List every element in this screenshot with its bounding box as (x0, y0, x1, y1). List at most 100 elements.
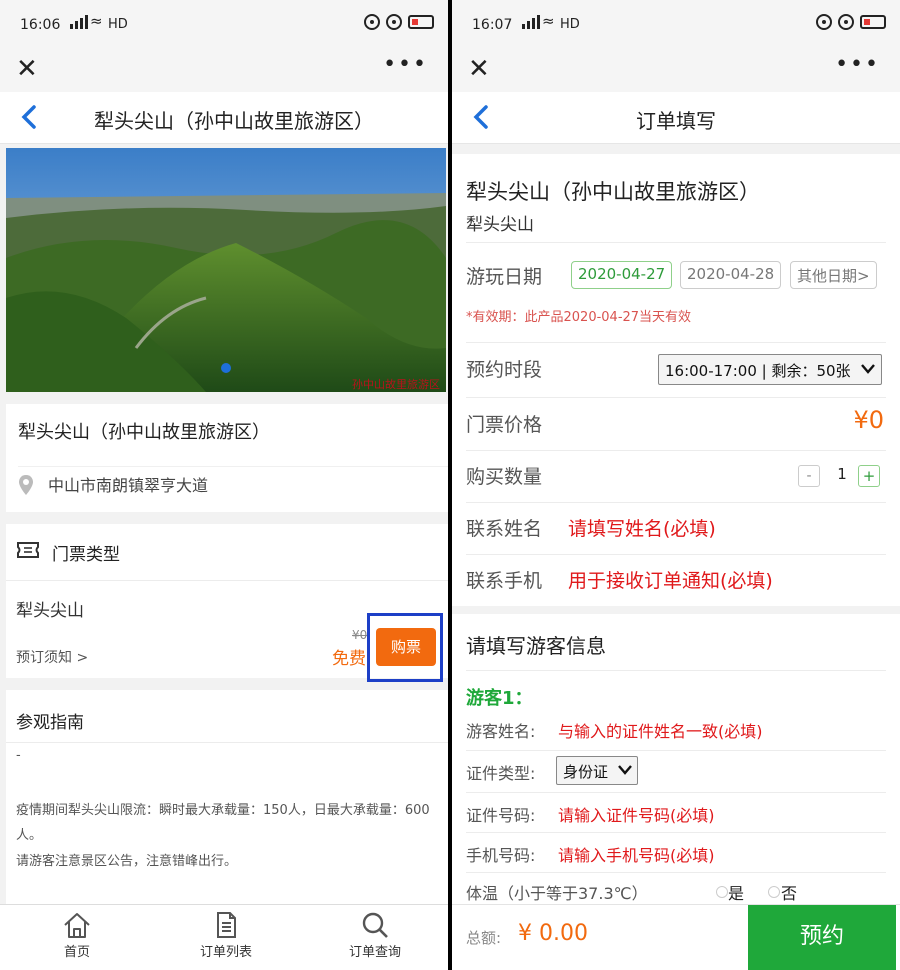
ticket-icon (17, 542, 39, 558)
more-icon[interactable]: ••• (835, 52, 880, 77)
total-amount: ¥ 0.00 (518, 921, 588, 946)
tab-home[interactable]: 首页 (22, 911, 132, 960)
divider (466, 450, 886, 451)
quantity-decrease-button[interactable]: - (798, 465, 820, 487)
page-title: 犁头尖山（孙中山故里旅游区） (94, 109, 374, 133)
id-number-input[interactable]: 请输入证件号码(必填) (558, 802, 715, 826)
divider (466, 397, 886, 398)
tab-home-label: 首页 (63, 945, 90, 960)
quantity-label: 购买数量 (466, 466, 543, 488)
status-time: 16:07 (472, 17, 513, 33)
network-type: HD (560, 17, 580, 32)
date-option-other[interactable]: 其他日期> (790, 261, 877, 289)
temperature-yes-radio[interactable] (716, 886, 728, 898)
visitor-name-label: 游客姓名: (466, 722, 536, 741)
validity-note: *有效期：此产品2020-04-27当天有效 (466, 310, 692, 325)
divider (466, 242, 886, 243)
close-icon[interactable]: ✕ (468, 54, 490, 84)
wifi-icon: ≈ (90, 12, 103, 30)
document-icon (217, 912, 236, 938)
visitor-section-title: 请填写游客信息 (466, 634, 606, 658)
status-bar: 16:06 ≈ HD (0, 0, 448, 50)
ticket-section-title: 门票类型 (52, 545, 120, 565)
left-screen: 16:06 ≈ HD ✕ ••• 犁头尖山（孙中山故里旅游区） 孙中山故里旅游区… (0, 0, 448, 970)
temperature-no-radio[interactable] (768, 886, 780, 898)
nav-bar: 犁头尖山（孙中山故里旅游区） (0, 92, 448, 144)
contact-phone-label: 联系手机 (466, 570, 543, 592)
id-type-select[interactable]: 身份证 (556, 756, 638, 785)
booking-notice-link[interactable]: 预订须知 > (16, 647, 88, 667)
more-icon[interactable]: ••• (383, 52, 428, 77)
data-saver-icon (364, 14, 380, 30)
data-saver-icon (816, 14, 832, 30)
scenic-photo-image (6, 148, 446, 392)
checkout-bar: 总额: ¥ 0.00 预约 (452, 904, 900, 970)
photo-watermark: 孙中山故里旅游区 (352, 378, 440, 391)
id-type-label: 证件类型: (466, 764, 536, 783)
battery-icon (408, 15, 434, 29)
quantity-value[interactable]: 1 (832, 465, 852, 483)
slot-label: 预约时段 (466, 359, 543, 381)
alarm-icon (838, 14, 854, 30)
contact-phone-input[interactable]: 用于接收订单通知(必填) (568, 566, 773, 593)
page-title: 订单填写 (636, 109, 716, 133)
time-slot-select[interactable]: 16:00-17:00 | 剩余：50张 (658, 354, 882, 385)
wifi-icon: ≈ (542, 12, 555, 30)
visitor-name-input[interactable]: 与输入的证件姓名一致(必填) (558, 718, 763, 742)
divider (466, 832, 886, 833)
divider (466, 554, 886, 555)
quantity-increase-button[interactable]: + (858, 465, 880, 487)
price-label: 门票价格 (466, 414, 543, 436)
product-subtitle: 犁头尖山 (466, 215, 534, 235)
chevron-down-icon (618, 765, 632, 775)
total-label: 总额: (466, 929, 502, 947)
id-number-label: 证件号码: (466, 806, 536, 825)
divider (466, 750, 886, 751)
back-arrow-icon[interactable] (18, 104, 40, 130)
close-icon[interactable]: ✕ (16, 54, 38, 84)
divider (466, 502, 886, 503)
product-name: 犁头尖山（孙中山故里旅游区） (466, 180, 760, 204)
alarm-icon (386, 14, 402, 30)
guide-text-capacity: 疫情期间犁头尖山限流：瞬时最大承载量：150人，日最大承载量：600人。 (16, 803, 430, 843)
divider (466, 872, 886, 873)
phone-label: 手机号码: (466, 846, 536, 865)
date-label: 游玩日期 (466, 266, 543, 288)
contact-name-input[interactable]: 请填写姓名(必填) (568, 514, 716, 541)
temperature-label: 体温（小于等于37.3℃） (466, 884, 648, 903)
signal-icon (70, 15, 88, 29)
visitor-heading: 游客1： (466, 688, 533, 709)
time-slot-value: 16:00-17:00 | 剩余：50张 (665, 362, 851, 380)
network-type: HD (108, 17, 128, 32)
original-price: ¥0 (352, 628, 368, 642)
scenic-address[interactable]: 中山市南朗镇翠亨大道 (48, 472, 208, 496)
nav-bar: 订单填写 (452, 92, 900, 144)
tab-order-query[interactable]: 订单查询 (320, 911, 430, 960)
divider (466, 792, 886, 793)
tab-order-query-label: 订单查询 (348, 945, 401, 960)
buy-ticket-button[interactable]: 购票 (376, 628, 436, 666)
date-option-0427[interactable]: 2020-04-27 (571, 261, 673, 289)
divider (6, 742, 448, 743)
free-price: 免费 (332, 649, 366, 669)
tab-order-list[interactable]: 订单列表 (171, 911, 281, 960)
carousel-dot (221, 363, 231, 373)
date-option-0428[interactable]: 2020-04-28 (680, 261, 782, 289)
webview-bar: ✕ ••• (0, 50, 448, 92)
signal-icon (522, 15, 540, 29)
search-icon (362, 912, 388, 938)
divider (6, 580, 448, 581)
chevron-down-icon (861, 364, 875, 374)
ticket-name: 犁头尖山 (16, 601, 84, 621)
reserve-button[interactable]: 预约 (748, 905, 896, 970)
status-bar: 16:07 ≈ HD (452, 0, 900, 50)
scenic-name: 犁头尖山（孙中山故里旅游区） (18, 422, 270, 443)
webview-bar: ✕ ••• (452, 50, 900, 92)
scenic-photo[interactable]: 孙中山故里旅游区 (6, 148, 446, 392)
visit-guide-card: 参观指南 - 疫情期间犁头尖山限流：瞬时最大承载量：150人，日最大承载量：60… (6, 690, 448, 904)
phone-input[interactable]: 请输入手机号码(必填) (558, 842, 715, 866)
bottom-tab-bar: 首页 订单列表 订单查询 (0, 904, 448, 970)
temperature-yes-label: 是 (728, 884, 745, 903)
order-form: 犁头尖山（孙中山故里旅游区） 犁头尖山 游玩日期 2020-04-27 2020… (452, 154, 900, 606)
contact-name-label: 联系姓名 (466, 518, 543, 540)
